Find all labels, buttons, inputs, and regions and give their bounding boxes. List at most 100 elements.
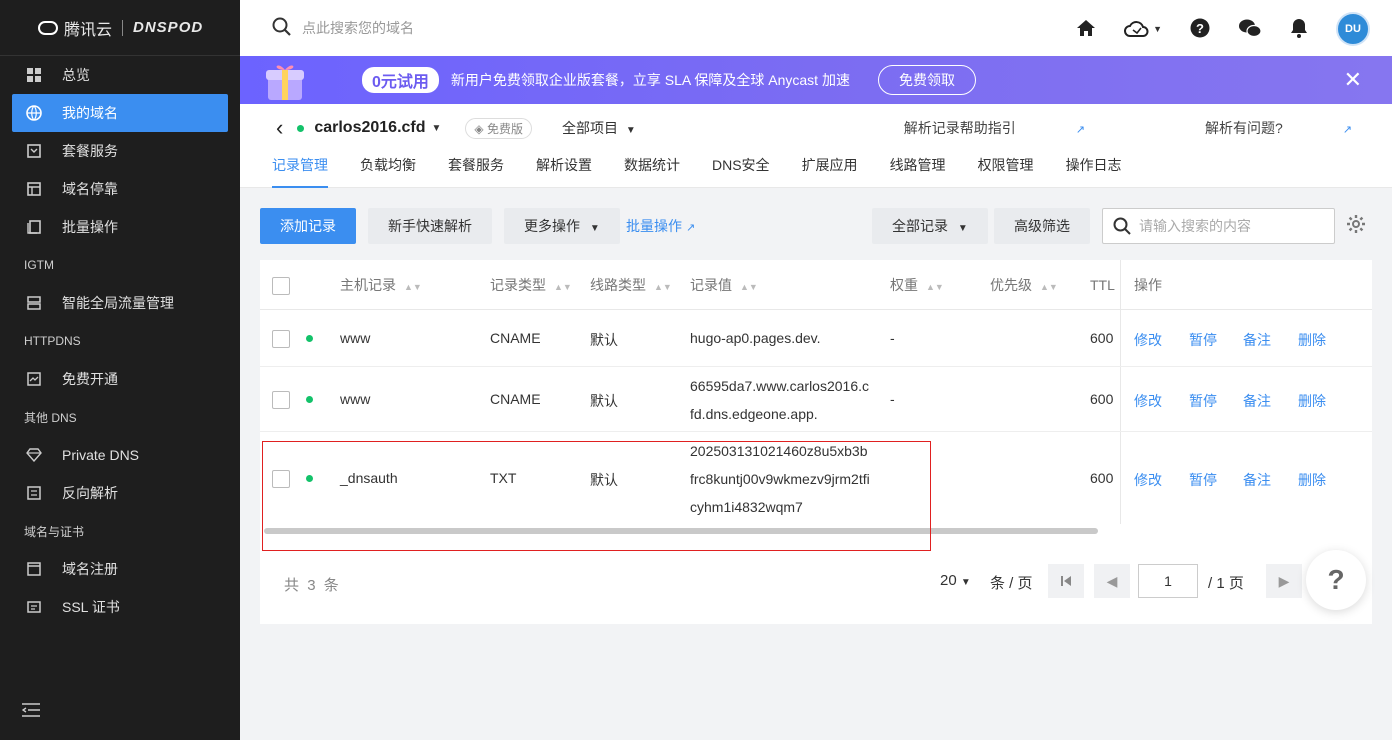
tab-dns-security[interactable]: DNS安全	[712, 152, 770, 188]
page-size-select[interactable]: 20 ▼	[940, 572, 971, 589]
edit-button[interactable]: 修改	[1134, 470, 1162, 490]
edit-button[interactable]: 修改	[1134, 391, 1162, 411]
tab-extensions[interactable]: 扩展应用	[802, 152, 858, 188]
tab-lines[interactable]: 线路管理	[890, 152, 946, 188]
tab-packages[interactable]: 套餐服务	[448, 152, 504, 188]
more-actions-label: 更多操作	[524, 218, 580, 234]
all-records-select[interactable]: 全部记录 ▼	[872, 208, 988, 244]
sidebar-group-igtm: IGTM	[24, 258, 54, 272]
sidebar-item-igtm[interactable]: 智能全局流量管理	[0, 284, 240, 322]
cell-ttl: 600	[1090, 391, 1114, 407]
sidebar-item-reverse[interactable]: 反向解析	[0, 474, 240, 512]
project-select[interactable]: 全部项目 ▼	[562, 118, 636, 138]
bell-icon[interactable]	[1290, 18, 1308, 41]
search-icon[interactable]	[272, 17, 292, 40]
select-all-checkbox[interactable]	[272, 277, 290, 295]
add-record-button[interactable]: 添加记录	[260, 208, 356, 244]
tab-records[interactable]: 记录管理	[272, 152, 328, 188]
cloud-menu-icon[interactable]: ▼	[1124, 19, 1162, 39]
col-priority[interactable]: 优先级 ▲▼	[990, 260, 1058, 310]
prev-page-icon[interactable]: ◀	[1094, 564, 1130, 598]
first-page-icon[interactable]	[1048, 564, 1084, 598]
edit-button[interactable]: 修改	[1134, 330, 1162, 350]
row-checkbox[interactable]	[272, 391, 290, 409]
sidebar-item-ssl[interactable]: SSL 证书	[0, 588, 240, 626]
next-page-icon[interactable]: ▶	[1266, 564, 1302, 598]
tab-logs[interactable]: 操作日志	[1066, 152, 1122, 188]
sidebar-item-label: 我的域名	[62, 105, 118, 121]
problem-label: 解析有问题?	[1204, 120, 1283, 136]
domain-name[interactable]: carlos2016.cfd	[314, 119, 425, 137]
top-icons: ▼ ? DU	[1048, 12, 1370, 46]
cloud-logo-icon	[38, 20, 58, 35]
back-arrow-icon[interactable]: ‹	[276, 115, 283, 141]
note-button[interactable]: 备注	[1243, 391, 1271, 411]
sidebar-item-parking[interactable]: 域名停靠	[0, 170, 240, 208]
close-icon[interactable]: ✕	[1344, 69, 1362, 91]
sidebar-item-overview[interactable]: 总览	[0, 56, 240, 94]
domain-header: ‹ carlos2016.cfd ▼ ◈ 免费版 全部项目 ▼ 解析记录帮助指引…	[240, 104, 1392, 188]
col-value[interactable]: 记录值 ▲▼	[690, 260, 758, 310]
help-icon[interactable]: ?	[1190, 18, 1210, 41]
note-button[interactable]: 备注	[1243, 330, 1271, 350]
tab-permissions[interactable]: 权限管理	[978, 152, 1034, 188]
problem-link[interactable]: 解析有问题? ↗	[1145, 118, 1352, 138]
row-checkbox[interactable]	[272, 330, 290, 348]
col-ttl[interactable]: TTL	[1090, 260, 1115, 310]
gear-icon[interactable]	[1346, 214, 1366, 237]
col-host[interactable]: 主机记录 ▲▼	[340, 260, 422, 310]
layout-icon	[26, 181, 42, 197]
more-actions-button[interactable]: 更多操作 ▼	[504, 208, 620, 244]
col-line[interactable]: 线路类型 ▲▼	[590, 260, 672, 310]
page-size-value: 20	[940, 572, 957, 589]
tab-settings[interactable]: 解析设置	[536, 152, 592, 188]
page-number-input[interactable]: 1	[1138, 564, 1198, 598]
table-row[interactable]: www CNAME 默认 hugo-ap0.pages.dev. - 600 修…	[260, 311, 1372, 367]
sidebar-item-httpdns[interactable]: 免费开通	[0, 360, 240, 398]
help-fab-button[interactable]: ?	[1306, 550, 1366, 610]
all-records-label: 全部记录	[892, 218, 948, 234]
wechat-icon[interactable]	[1238, 18, 1262, 41]
avatar[interactable]: DU	[1336, 12, 1370, 46]
help-guide-link[interactable]: 解析记录帮助指引 ↗	[844, 118, 1085, 138]
brand-logo[interactable]: 腾讯云 DNSPOD	[0, 0, 240, 56]
note-button[interactable]: 备注	[1243, 470, 1271, 490]
sidebar-item-private-dns[interactable]: Private DNS	[0, 436, 240, 474]
copy-icon	[26, 219, 42, 235]
record-search-input[interactable]	[1139, 218, 1319, 234]
top-bar: 点此搜索您的域名 ▼ ? DU	[240, 0, 1392, 56]
tab-stats[interactable]: 数据统计	[624, 152, 680, 188]
sidebar-item-label: 域名停靠	[62, 181, 118, 197]
sort-icon: ▲▼	[740, 282, 758, 292]
collapse-menu-icon[interactable]	[21, 703, 40, 720]
table-row[interactable]: www CNAME 默认 66595da7.www.carlos2016.cfd…	[260, 368, 1372, 432]
sidebar-item-my-domains[interactable]: 我的域名	[12, 94, 228, 132]
delete-button[interactable]: 删除	[1298, 391, 1326, 411]
cell-type: CNAME	[490, 391, 541, 407]
delete-button[interactable]: 删除	[1298, 330, 1326, 350]
sort-icon: ▲▼	[404, 282, 422, 292]
sidebar-item-label: 免费开通	[62, 371, 118, 387]
sidebar-item-batch[interactable]: 批量操作	[0, 208, 240, 246]
pause-button[interactable]: 暂停	[1189, 391, 1217, 411]
sidebar-item-label: SSL 证书	[62, 599, 120, 615]
quick-setup-button[interactable]: 新手快速解析	[368, 208, 492, 244]
domain-search-input[interactable]: 点此搜索您的域名	[302, 18, 414, 38]
batch-ops-label: 批量操作	[626, 218, 682, 234]
delete-button[interactable]: 删除	[1298, 470, 1326, 490]
batch-ops-link[interactable]: 批量操作 ↗	[626, 208, 695, 244]
home-icon[interactable]	[1076, 18, 1096, 41]
sidebar-item-label: 域名注册	[62, 561, 118, 577]
tab-load-balance[interactable]: 负载均衡	[360, 152, 416, 188]
chevron-down-icon[interactable]: ▼	[432, 123, 442, 134]
pause-button[interactable]: 暂停	[1189, 470, 1217, 490]
tab-bar: 记录管理 负载均衡 套餐服务 解析设置 数据统计 DNS安全 扩展应用 线路管理…	[272, 152, 1154, 188]
sidebar-item-packages[interactable]: 套餐服务	[0, 132, 240, 170]
advanced-filter-button[interactable]: 高级筛选	[994, 208, 1090, 244]
pause-button[interactable]: 暂停	[1189, 330, 1217, 350]
total-pages: / 1 页	[1208, 575, 1244, 592]
col-type[interactable]: 记录类型 ▲▼	[490, 260, 572, 310]
col-weight[interactable]: 权重 ▲▼	[890, 260, 944, 310]
claim-free-button[interactable]: 免费领取	[877, 65, 976, 95]
sidebar-item-domain-register[interactable]: 域名注册	[0, 550, 240, 588]
